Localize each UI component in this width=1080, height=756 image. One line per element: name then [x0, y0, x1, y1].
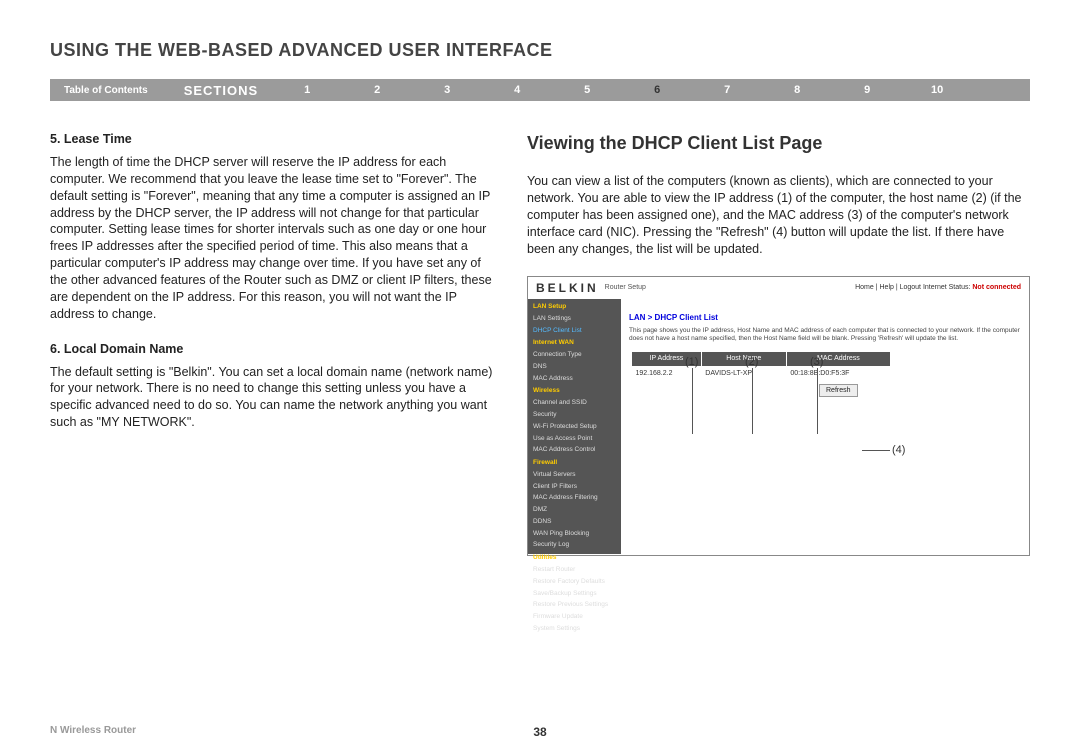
- section-navbar: Table of Contents SECTIONS 1 2 3 4 5 6 7…: [50, 79, 1030, 101]
- section-8[interactable]: 8: [762, 84, 832, 96]
- section-6[interactable]: 6: [622, 84, 692, 96]
- dhcp-client-list-title: Viewing the DHCP Client List Page: [527, 131, 1030, 155]
- sidebar-item[interactable]: Restart Router: [528, 565, 621, 577]
- callout-2: (2): [745, 356, 758, 368]
- section-5[interactable]: 5: [552, 84, 622, 96]
- client-table: IP Address Host Name MAC Address 192.168…: [631, 351, 891, 380]
- router-sidebar: LAN SetupLAN SettingsDHCP Client ListInt…: [528, 299, 621, 554]
- sidebar-item[interactable]: DMZ: [528, 505, 621, 517]
- breadcrumb: LAN > DHCP Client List: [629, 313, 1021, 324]
- sidebar-item[interactable]: Firmware Update: [528, 612, 621, 624]
- callout-line-1: [692, 368, 693, 434]
- lease-time-body: The length of time the DHCP server will …: [50, 154, 497, 323]
- sidebar-item[interactable]: MAC Address: [528, 373, 621, 385]
- local-domain-heading: 6. Local Domain Name: [50, 341, 497, 358]
- page-footer: N Wireless Router 38: [0, 725, 1080, 736]
- col-mac: MAC Address: [786, 352, 890, 366]
- section-9[interactable]: 9: [832, 84, 902, 96]
- page-title: USING THE WEB-BASED ADVANCED USER INTERF…: [50, 40, 1030, 61]
- toc-link[interactable]: Table of Contents: [50, 85, 162, 96]
- local-domain-body: The default setting is "Belkin". You can…: [50, 364, 497, 432]
- sidebar-item[interactable]: System Settings: [528, 623, 621, 635]
- sidebar-item[interactable]: LAN Settings: [528, 313, 621, 325]
- callout-3: (3): [810, 356, 823, 368]
- callout-line-4: [862, 450, 890, 451]
- belkin-logo: BELKIN Router Setup: [536, 280, 646, 296]
- sidebar-item[interactable]: Use as Access Point: [528, 433, 621, 445]
- section-3[interactable]: 3: [412, 84, 482, 96]
- section-4[interactable]: 4: [482, 84, 552, 96]
- callout-line-3: [817, 368, 818, 434]
- sidebar-header: Firewall: [528, 457, 621, 470]
- sidebar-item[interactable]: Restore Previous Settings: [528, 600, 621, 612]
- sidebar-item[interactable]: WAN Ping Blocking: [528, 528, 621, 540]
- sidebar-item[interactable]: Security: [528, 410, 621, 422]
- sidebar-header: Wireless: [528, 385, 621, 398]
- sidebar-item[interactable]: Security Log: [528, 540, 621, 552]
- sidebar-header: Internet WAN: [528, 337, 621, 350]
- refresh-button[interactable]: Refresh: [819, 384, 858, 397]
- internet-status: Not connected: [972, 284, 1021, 291]
- sidebar-item[interactable]: Client IP Filters: [528, 481, 621, 493]
- sidebar-item[interactable]: DNS: [528, 362, 621, 374]
- sidebar-item[interactable]: DDNS: [528, 516, 621, 528]
- router-screenshot: BELKIN Router Setup Home | Help | Logout…: [527, 276, 1030, 556]
- top-links: Home | Help | Logout Internet Status: No…: [855, 283, 1021, 292]
- sidebar-header: LAN Setup: [528, 301, 621, 314]
- sidebar-item[interactable]: DHCP Client List: [528, 325, 621, 337]
- lease-time-heading: 5. Lease Time: [50, 131, 497, 148]
- col-host: Host Name: [701, 352, 786, 366]
- sidebar-item[interactable]: Restore Factory Defaults: [528, 576, 621, 588]
- page-number: 38: [533, 725, 546, 739]
- right-column: Viewing the DHCP Client List Page You ca…: [527, 131, 1030, 556]
- section-2[interactable]: 2: [342, 84, 412, 96]
- sidebar-item[interactable]: Channel and SSID: [528, 398, 621, 410]
- sidebar-header: Utilities: [528, 552, 621, 565]
- sections-label: SECTIONS: [162, 83, 272, 98]
- sidebar-item[interactable]: MAC Address Filtering: [528, 493, 621, 505]
- sidebar-item[interactable]: Virtual Servers: [528, 469, 621, 481]
- section-10[interactable]: 10: [902, 84, 972, 96]
- left-column: 5. Lease Time The length of time the DHC…: [50, 131, 497, 556]
- section-1[interactable]: 1: [272, 84, 342, 96]
- sidebar-item[interactable]: Wi-Fi Protected Setup: [528, 421, 621, 433]
- table-row: 192.168.2.2 DAVIDS-LT-XP 00:18:8B:D0:F5:…: [632, 366, 891, 380]
- sidebar-item[interactable]: Save/Backup Settings: [528, 588, 621, 600]
- dhcp-client-list-body: You can view a list of the computers (kn…: [527, 173, 1030, 257]
- page-description: This page shows you the IP address, Host…: [629, 327, 1021, 343]
- callout-line-2: [752, 368, 753, 434]
- callout-1: (1): [685, 356, 698, 368]
- section-7[interactable]: 7: [692, 84, 762, 96]
- sidebar-item[interactable]: MAC Address Control: [528, 445, 621, 457]
- callout-4: (4): [892, 444, 905, 456]
- sidebar-item[interactable]: Connection Type: [528, 350, 621, 362]
